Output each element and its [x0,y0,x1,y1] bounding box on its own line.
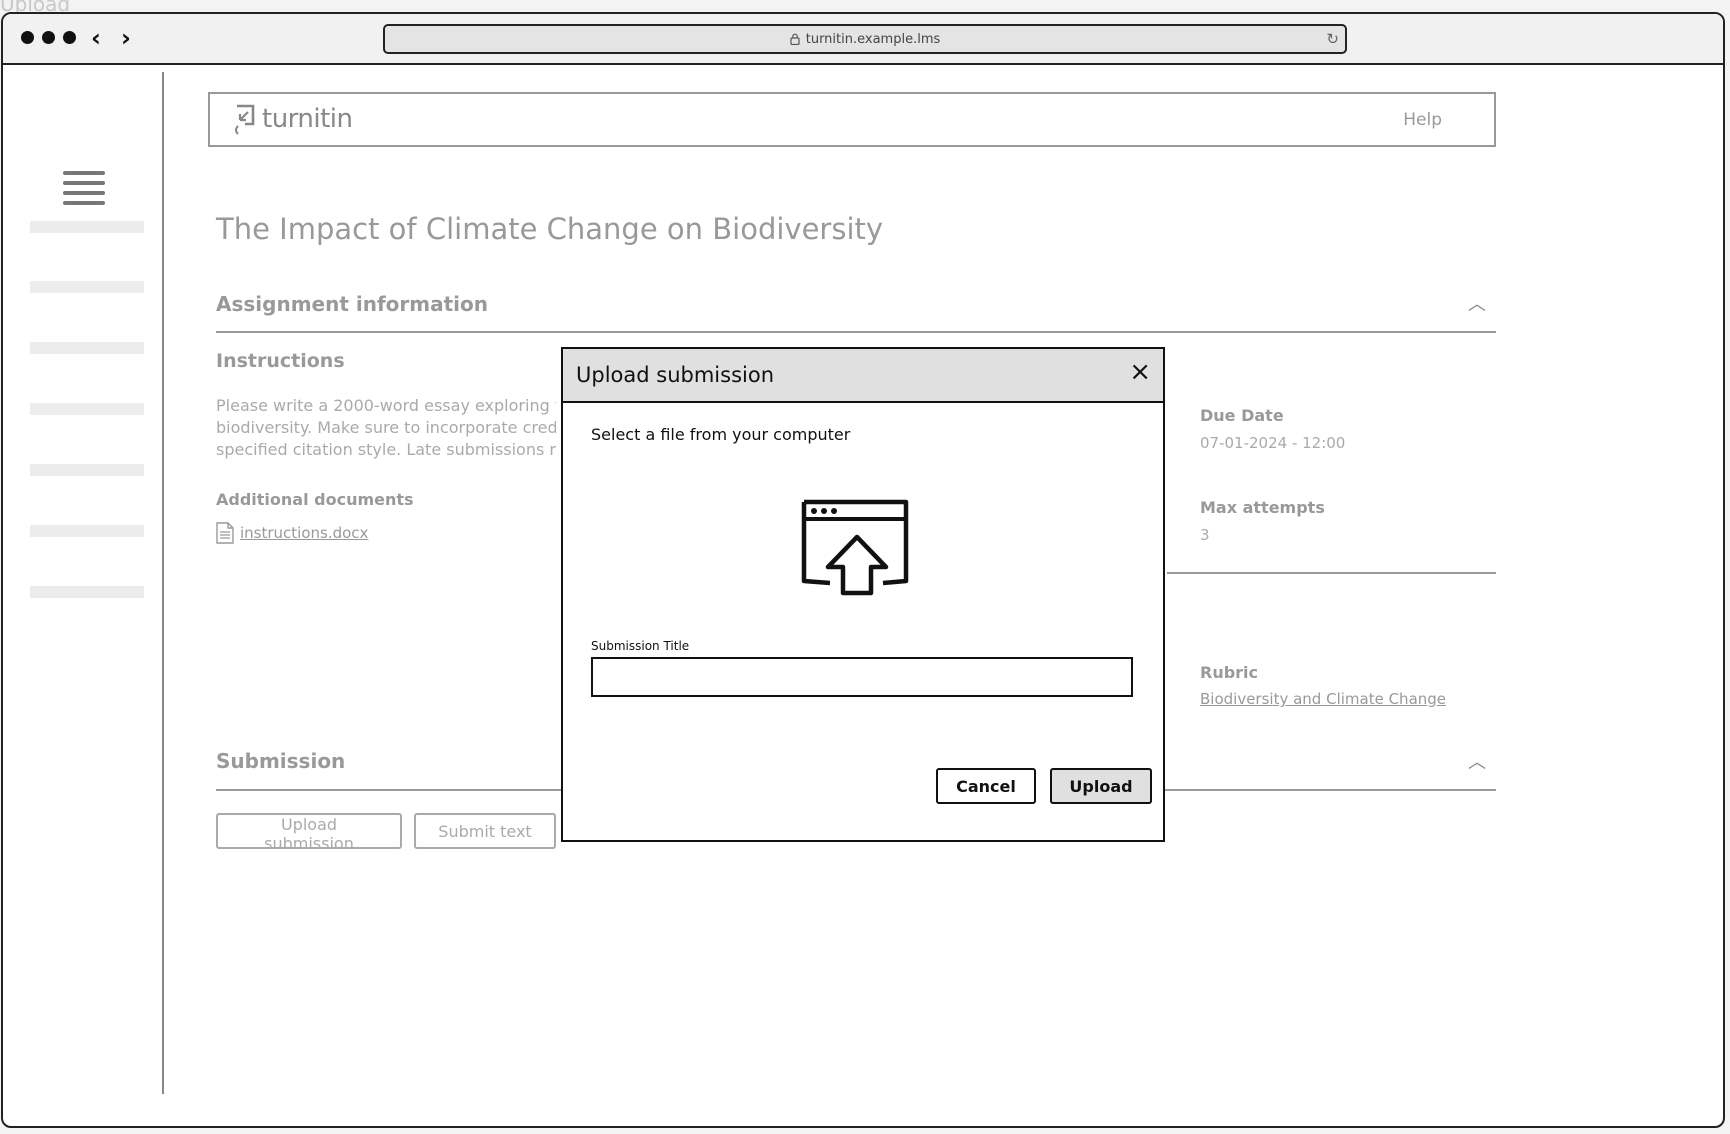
upload-button[interactable]: Upload [1050,768,1152,804]
rubric-link[interactable]: Biodiversity and Climate Change [1200,690,1446,708]
document-link[interactable]: instructions.docx [216,522,368,544]
back-icon[interactable]: ‹ [91,24,101,52]
address-bar[interactable]: turnitin.example.lms ↻ [383,24,1347,54]
chevron-up-icon[interactable]: ︿ [1468,748,1486,774]
submit-text-button[interactable]: Submit text [414,813,556,849]
assignment-info-heading[interactable]: Assignment information [216,292,488,316]
hamburger-icon[interactable] [63,171,105,205]
due-date-label: Due Date [1200,406,1284,425]
lock-icon [790,33,800,45]
sidebar-item[interactable] [30,221,144,233]
instructions-heading: Instructions [216,350,345,372]
submission-heading[interactable]: Submission [216,749,345,773]
url-text: turnitin.example.lms [805,31,941,47]
window-controls [21,31,76,44]
modal-title: Upload submission [576,363,775,387]
upload-submission-modal: Upload submission × Select a file from y… [561,347,1165,842]
sidebar-item[interactable] [30,525,144,537]
instructions-text: Please write a 2000-word essay exploring… [216,396,556,459]
document-name[interactable]: instructions.docx [240,524,368,542]
sidebar [3,67,166,1126]
app-header: turnitin Help [208,92,1496,147]
document-icon [216,522,234,544]
due-date-value: 07-01-2024 - 12:00 [1200,434,1346,452]
window-dot[interactable] [21,31,34,44]
sidebar-item[interactable] [30,281,144,293]
window-dot[interactable] [63,31,76,44]
upload-submission-button[interactable]: Upload submission [216,813,402,853]
modal-header: Upload submission × [563,349,1163,403]
upload-window-icon[interactable] [800,497,912,597]
modal-instruction: Select a file from your computer [591,425,851,444]
submission-title-label: Submission Title [591,639,690,653]
logo-text: turnitin [262,104,353,134]
submission-title-input[interactable] [591,657,1133,697]
reload-icon[interactable]: ↻ [1326,30,1339,48]
cancel-button[interactable]: Cancel [936,768,1036,804]
sidebar-item[interactable] [30,464,144,476]
sidebar-item[interactable] [30,403,144,415]
browser-toolbar: ‹ › turnitin.example.lms ↻ [3,14,1723,65]
rubric-label: Rubric [1200,663,1259,682]
sidebar-divider [162,72,164,1094]
help-link[interactable]: Help [1403,110,1442,130]
max-attempts-label: Max attempts [1200,498,1325,517]
additional-documents-heading: Additional documents [216,490,414,509]
window-dot[interactable] [42,31,55,44]
turnitin-logo-icon [235,104,255,135]
page-title: The Impact of Climate Change on Biodiver… [216,212,884,246]
sidebar-item[interactable] [30,586,144,598]
turnitin-logo[interactable]: turnitin [232,102,353,136]
sidebar-item[interactable] [30,342,144,354]
max-attempts-value: 3 [1200,526,1210,544]
chevron-up-icon[interactable]: ︿ [1468,290,1486,316]
meta-divider [1167,572,1496,574]
close-icon[interactable]: × [1129,359,1151,385]
forward-icon[interactable]: › [121,24,131,52]
section-divider [216,331,1496,333]
